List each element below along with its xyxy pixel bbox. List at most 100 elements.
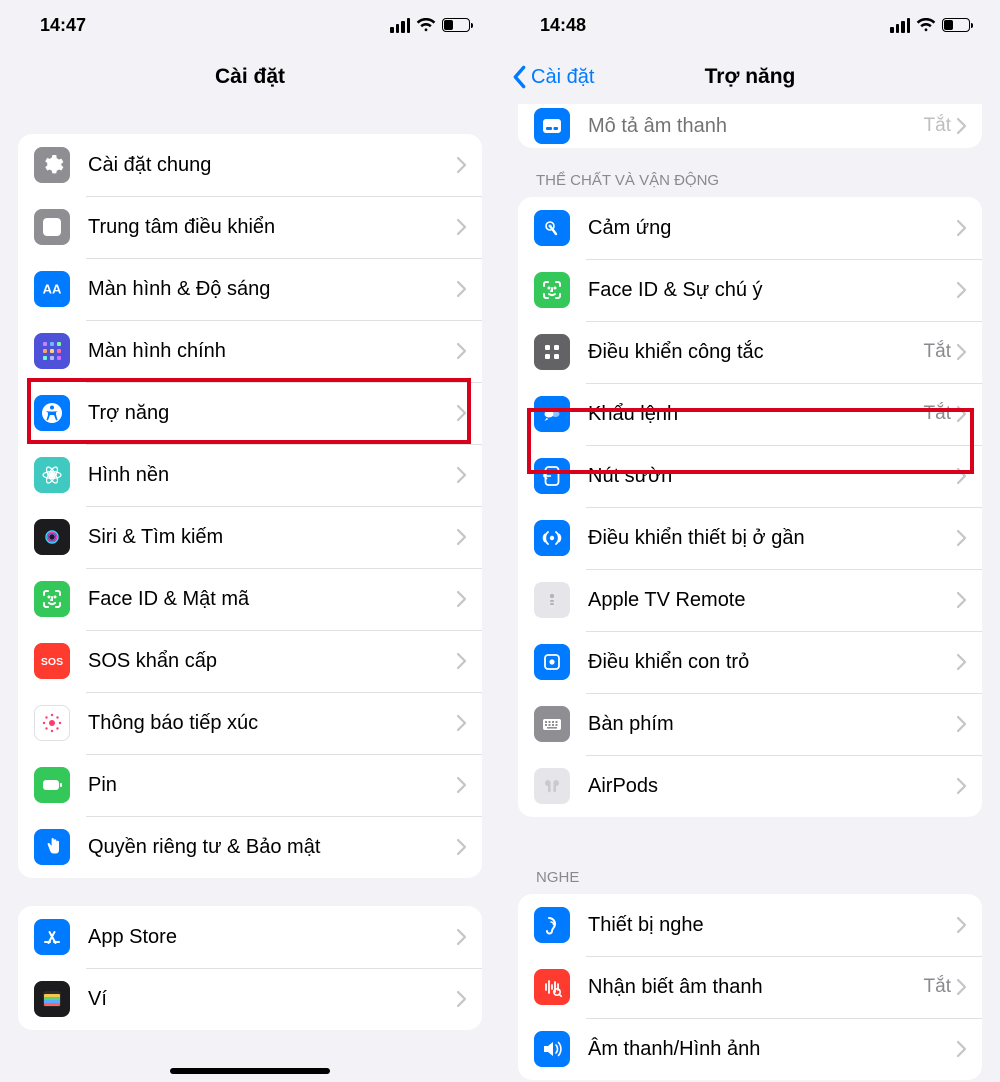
row-sos[interactable]: SOS khẩn cấp <box>18 630 482 692</box>
cellular-icon <box>390 18 410 33</box>
chevron-right-icon <box>957 468 982 484</box>
chevron-right-icon <box>957 406 982 422</box>
status-time: 14:47 <box>40 15 86 36</box>
wifi-icon <box>916 18 936 32</box>
status-time: 14:48 <box>540 15 586 36</box>
switch-grid-icon <box>534 334 570 370</box>
back-label: Cài đặt <box>531 66 594 89</box>
nav-bar: Cài đặt <box>0 50 500 104</box>
row-touch[interactable]: Cảm ứng <box>518 197 982 259</box>
side-button-icon <box>534 458 570 494</box>
phone-left: 14:47 Cài đặt Cài đặt chung Trung tâm đi… <box>0 0 500 1082</box>
hand-icon <box>34 829 70 865</box>
chevron-right-icon <box>457 715 482 731</box>
battery-settings-icon <box>34 767 70 803</box>
pointer-icon <box>534 644 570 680</box>
chevron-right-icon <box>957 344 982 360</box>
faceid-icon <box>534 272 570 308</box>
chevron-right-icon <box>957 654 982 670</box>
row-switch-control[interactable]: Điều khiển công tắc Tắt <box>518 321 982 383</box>
siri-icon <box>34 519 70 555</box>
chevron-right-icon <box>957 778 982 794</box>
chevron-right-icon <box>957 716 982 732</box>
speaker-icon <box>534 1031 570 1067</box>
settings-group-2: App Store Ví <box>18 906 482 1030</box>
row-general[interactable]: Cài đặt chung <box>18 134 482 196</box>
status-bar: 14:47 <box>0 0 500 50</box>
chevron-right-icon <box>957 282 982 298</box>
row-nearby-control[interactable]: Điều khiển thiết bị ở gần <box>518 507 982 569</box>
remote-icon <box>534 582 570 618</box>
airpods-icon <box>534 768 570 804</box>
cc-icon <box>534 108 570 144</box>
row-airpods[interactable]: AirPods <box>518 755 982 817</box>
row-keyboards[interactable]: Bàn phím <box>518 693 982 755</box>
row-apple-tv-remote[interactable]: Apple TV Remote <box>518 569 982 631</box>
accessibility-icon <box>34 395 70 431</box>
section-header-hearing: Nghe <box>518 845 982 894</box>
row-battery[interactable]: Pin <box>18 754 482 816</box>
hearing-group: Thiết bị nghe Nhận biết âm thanh Tắt Âm … <box>518 894 982 1080</box>
cellular-icon <box>890 18 910 33</box>
wallet-icon <box>34 981 70 1017</box>
chevron-right-icon <box>957 979 982 995</box>
keyboard-icon <box>534 706 570 742</box>
chevron-right-icon <box>957 220 982 236</box>
flower-icon <box>34 457 70 493</box>
home-indicator[interactable] <box>170 1068 330 1074</box>
row-siri[interactable]: Siri & Tìm kiếm <box>18 506 482 568</box>
back-button[interactable]: Cài đặt <box>512 50 594 104</box>
chevron-right-icon <box>457 281 482 297</box>
row-home-screen[interactable]: Màn hình chính <box>18 320 482 382</box>
chevron-right-icon <box>457 343 482 359</box>
row-faceid-attention[interactable]: Face ID & Sự chú ý <box>518 259 982 321</box>
row-sound-recognition[interactable]: Nhận biết âm thanh Tắt <box>518 956 982 1018</box>
battery-icon <box>442 18 470 32</box>
status-indicators <box>390 18 470 33</box>
chevron-right-icon <box>457 219 482 235</box>
physical-motor-group: Cảm ứng Face ID & Sự chú ý Điều khiển cô… <box>518 197 982 817</box>
nearby-icon <box>534 520 570 556</box>
touch-icon <box>534 210 570 246</box>
accessibility-list[interactable]: Mô tả âm thanh Tắt Thể chất và vận động … <box>500 104 1000 1082</box>
chevron-right-icon <box>957 917 982 933</box>
row-wallet[interactable]: Ví <box>18 968 482 1030</box>
row-hearing-devices[interactable]: Thiết bị nghe <box>518 894 982 956</box>
ear-icon <box>534 907 570 943</box>
row-display[interactable]: Màn hình & Độ sáng <box>18 258 482 320</box>
sound-recognition-icon <box>534 969 570 1005</box>
settings-list[interactable]: Cài đặt chung Trung tâm điều khiển Màn h… <box>0 104 500 1082</box>
row-faceid[interactable]: Face ID & Mật mã <box>18 568 482 630</box>
row-wallpaper[interactable]: Hình nền <box>18 444 482 506</box>
chevron-right-icon <box>957 592 982 608</box>
gear-icon <box>34 147 70 183</box>
chevron-right-icon <box>457 839 482 855</box>
row-appstore[interactable]: App Store <box>18 906 482 968</box>
row-side-button[interactable]: Nút sườn <box>518 445 982 507</box>
row-audio-descriptions[interactable]: Mô tả âm thanh Tắt <box>518 104 982 148</box>
status-bar: 14:48 <box>500 0 1000 50</box>
page-title: Trợ năng <box>705 65 796 89</box>
chevron-right-icon <box>457 157 482 173</box>
row-pointer-control[interactable]: Điều khiển con trỏ <box>518 631 982 693</box>
chevron-right-icon <box>957 118 982 134</box>
apps-grid-icon <box>34 333 70 369</box>
chevron-right-icon <box>457 529 482 545</box>
row-exposure[interactable]: Thông báo tiếp xúc <box>18 692 482 754</box>
nav-bar: Cài đặt Trợ năng <box>500 50 1000 104</box>
page-title: Cài đặt <box>215 65 285 89</box>
battery-icon <box>942 18 970 32</box>
row-control-center[interactable]: Trung tâm điều khiển <box>18 196 482 258</box>
row-voice-control[interactable]: Khẩu lệnh Tắt <box>518 383 982 445</box>
row-privacy[interactable]: Quyền riêng tư & Bảo mật <box>18 816 482 878</box>
settings-group-1: Cài đặt chung Trung tâm điều khiển Màn h… <box>18 134 482 878</box>
appstore-icon <box>34 919 70 955</box>
chevron-right-icon <box>457 653 482 669</box>
voice-icon <box>534 396 570 432</box>
chevron-right-icon <box>957 530 982 546</box>
phone-right: 14:48 Cài đặt Trợ năng Mô tả âm thanh Tắ… <box>500 0 1000 1082</box>
aa-icon <box>34 271 70 307</box>
row-audio-visual[interactable]: Âm thanh/Hình ảnh <box>518 1018 982 1080</box>
row-accessibility[interactable]: Trợ năng <box>18 382 482 444</box>
section-header-physical: Thể chất và vận động <box>518 148 982 197</box>
